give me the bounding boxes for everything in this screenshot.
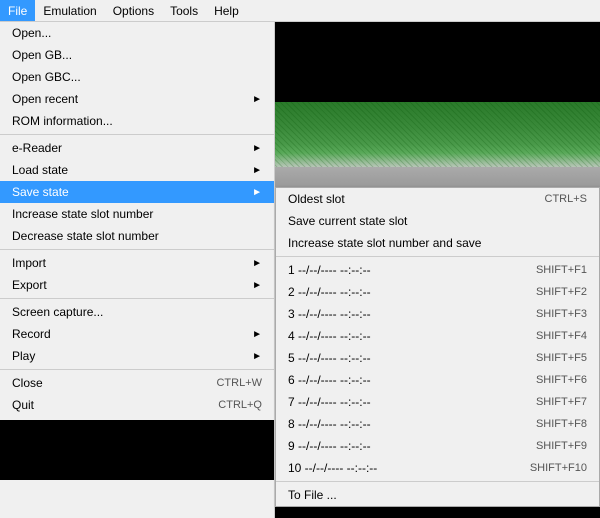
menu-item-open[interactable]: Open...: [0, 22, 274, 44]
menu-item-quit[interactable]: Quit CTRL+Q: [0, 394, 274, 416]
arrow-icon: ►: [252, 94, 262, 105]
menu-item-open-recent[interactable]: Open recent ►: [0, 88, 274, 110]
submenu-save-current[interactable]: Save current state slot: [276, 210, 599, 232]
shortcut-label: SHIFT+F10: [530, 462, 587, 474]
menu-item-increase-slot[interactable]: Increase state slot number: [0, 203, 274, 225]
arrow-icon: ►: [252, 143, 262, 154]
shortcut-label: SHIFT+F2: [536, 286, 587, 298]
separator: [276, 256, 599, 257]
shortcut-label: SHIFT+F8: [536, 418, 587, 430]
submenu-slot-7[interactable]: 7 --/--/---- --:--:-- SHIFT+F7: [276, 391, 599, 413]
menu-item-open-gb[interactable]: Open GB...: [0, 44, 274, 66]
separator: [0, 249, 274, 250]
menu-item-decrease-slot[interactable]: Decrease state slot number: [0, 225, 274, 247]
separator: [0, 369, 274, 370]
menu-item-screen-capture[interactable]: Screen capture...: [0, 301, 274, 323]
submenu-slot-10[interactable]: 10 --/--/---- --:--:-- SHIFT+F10: [276, 457, 599, 479]
separator: [276, 481, 599, 482]
menu-emulation[interactable]: Emulation: [35, 0, 104, 21]
submenu-slot-2[interactable]: 2 --/--/---- --:--:-- SHIFT+F2: [276, 281, 599, 303]
menu-options[interactable]: Options: [105, 0, 162, 21]
separator: [0, 298, 274, 299]
game-black-area: [275, 22, 600, 102]
submenu-slot-9[interactable]: 9 --/--/---- --:--:-- SHIFT+F9: [276, 435, 599, 457]
shortcut-label: SHIFT+F4: [536, 330, 587, 342]
menu-item-import[interactable]: Import ►: [0, 252, 274, 274]
menu-item-load-state[interactable]: Load state ►: [0, 159, 274, 181]
arrow-icon: ►: [252, 329, 262, 340]
file-menu-dropdown: Open... Open GB... Open GBC... Open rece…: [0, 22, 275, 518]
submenu-slot-1[interactable]: 1 --/--/---- --:--:-- SHIFT+F1: [276, 259, 599, 281]
submenu-slot-3[interactable]: 3 --/--/---- --:--:-- SHIFT+F3: [276, 303, 599, 325]
arrow-icon: ►: [252, 165, 262, 176]
menu-item-close[interactable]: Close CTRL+W: [0, 372, 274, 394]
menu-item-open-gbc[interactable]: Open GBC...: [0, 66, 274, 88]
menu-item-ereader[interactable]: e-Reader ►: [0, 137, 274, 159]
arrow-icon: ►: [252, 258, 262, 269]
shortcut-label: SHIFT+F3: [536, 308, 587, 320]
shortcut-label: SHIFT+F6: [536, 374, 587, 386]
submenu-increase-and-save[interactable]: Increase state slot number and save: [276, 232, 599, 254]
menu-bar: File Emulation Options Tools Help: [0, 0, 600, 22]
arrow-icon: ►: [252, 351, 262, 362]
menu-item-save-state[interactable]: Save state ►: [0, 181, 274, 203]
separator: [0, 134, 274, 135]
menu-file[interactable]: File: [0, 0, 35, 21]
menu-item-rom-info[interactable]: ROM information...: [0, 110, 274, 132]
menu-help[interactable]: Help: [206, 0, 247, 21]
save-state-submenu: Oldest slot CTRL+S Save current state sl…: [275, 187, 600, 507]
submenu-slot-6[interactable]: 6 --/--/---- --:--:-- SHIFT+F6: [276, 369, 599, 391]
menu-item-export[interactable]: Export ►: [0, 274, 274, 296]
arrow-icon: ►: [252, 280, 262, 291]
shortcut-label: CTRL+Q: [218, 399, 262, 411]
menu-tools[interactable]: Tools: [162, 0, 206, 21]
main-area: Open... Open GB... Open GBC... Open rece…: [0, 22, 600, 518]
shortcut-label: SHIFT+F7: [536, 396, 587, 408]
submenu-slot-4[interactable]: 4 --/--/---- --:--:-- SHIFT+F4: [276, 325, 599, 347]
submenu-oldest-slot[interactable]: Oldest slot CTRL+S: [276, 188, 599, 210]
arrow-icon: ►: [252, 187, 262, 198]
shortcut-label: CTRL+W: [216, 377, 262, 389]
submenu-slot-8[interactable]: 8 --/--/---- --:--:-- SHIFT+F8: [276, 413, 599, 435]
shortcut-label: CTRL+S: [545, 193, 588, 205]
game-preview: [275, 22, 600, 187]
submenu-slot-5[interactable]: 5 --/--/---- --:--:-- SHIFT+F5: [276, 347, 599, 369]
shortcut-label: SHIFT+F5: [536, 352, 587, 364]
menu-item-play[interactable]: Play ►: [0, 345, 274, 367]
shortcut-label: SHIFT+F9: [536, 440, 587, 452]
menu-item-record[interactable]: Record ►: [0, 323, 274, 345]
shortcut-label: SHIFT+F1: [536, 264, 587, 276]
game-green-area: [275, 102, 600, 187]
submenu-to-file[interactable]: To File ...: [276, 484, 599, 506]
